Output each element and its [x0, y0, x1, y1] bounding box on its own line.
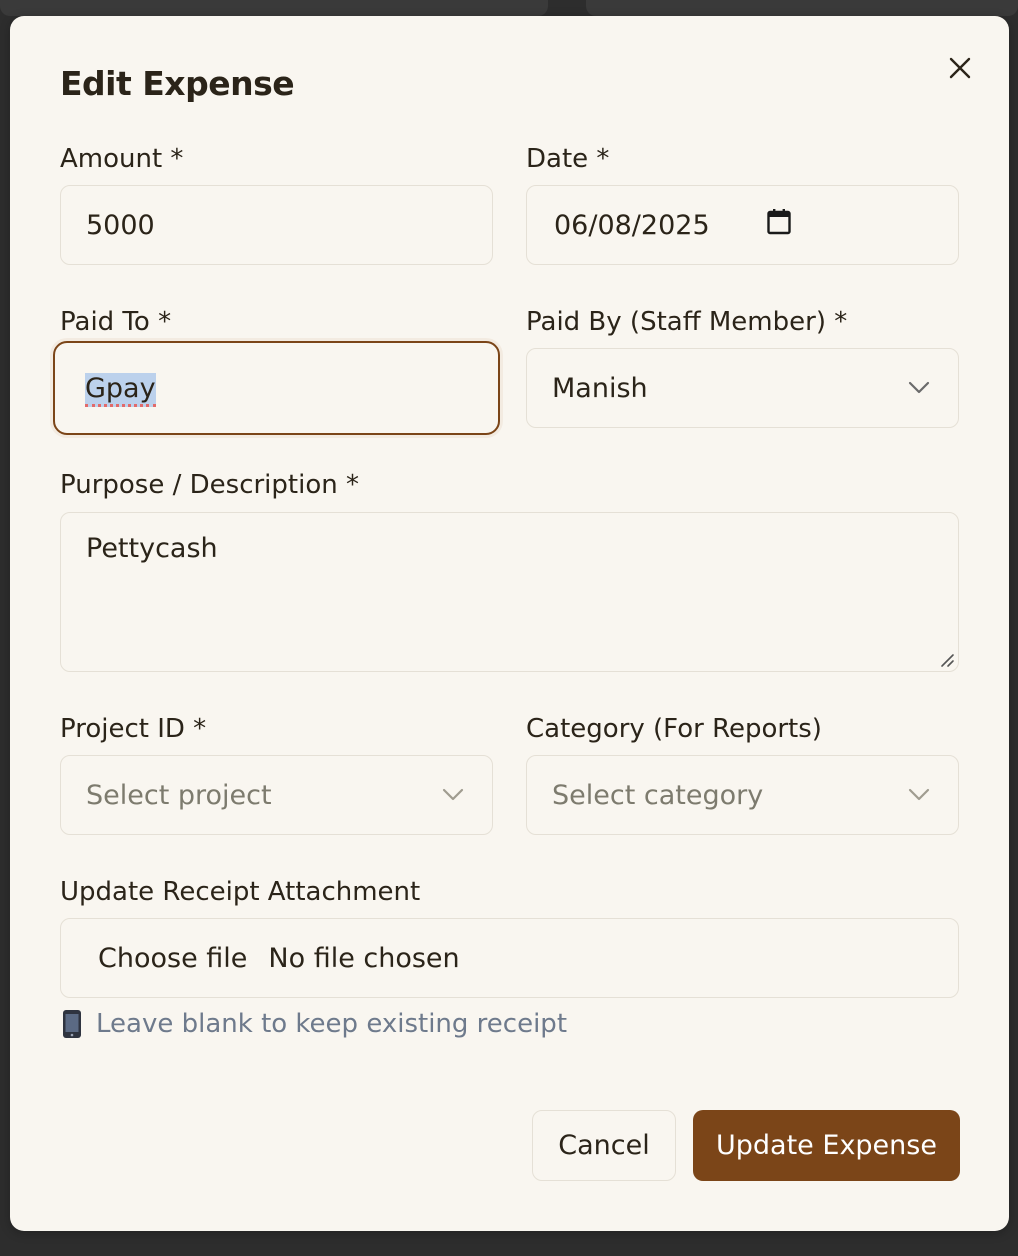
background-panel [0, 0, 548, 16]
edit-expense-dialog: Edit Expense Amount * 5000 Date * 06/08/… [10, 16, 1009, 1231]
receipt-hint-text: Leave blank to keep existing receipt [96, 1009, 568, 1039]
paid-to-value: Gpay [85, 372, 156, 407]
paid-by-value: Manish [552, 372, 648, 404]
close-button[interactable] [945, 53, 975, 83]
date-input[interactable]: 06/08/2025 [526, 185, 959, 265]
category-placeholder: Select category [552, 779, 764, 811]
paid-to-label: Paid To * [60, 307, 172, 337]
chevron-down-icon [908, 788, 930, 801]
category-label: Category (For Reports) [526, 714, 822, 744]
mobile-phone-icon [63, 1010, 81, 1038]
chevron-down-icon [908, 381, 930, 394]
background-panel [586, 0, 1018, 16]
amount-label: Amount * [60, 144, 184, 174]
file-status: No file chosen [268, 942, 460, 974]
paid-by-label: Paid By (Staff Member) * [526, 307, 848, 337]
purpose-textarea[interactable]: Pettycash [60, 512, 959, 672]
dialog-title: Edit Expense [60, 64, 295, 103]
receipt-hint: Leave blank to keep existing receipt [60, 1009, 567, 1039]
choose-file-button[interactable]: Choose file [61, 943, 247, 974]
amount-input[interactable]: 5000 [60, 185, 493, 265]
update-expense-button[interactable]: Update Expense [693, 1110, 960, 1181]
purpose-value: Pettycash [86, 533, 218, 564]
calendar-icon[interactable] [767, 209, 791, 242]
receipt-file-input[interactable]: Choose file No file chosen [60, 918, 959, 998]
resize-handle-icon[interactable] [939, 652, 955, 668]
project-label: Project ID * [60, 714, 207, 744]
paid-by-select[interactable]: Manish [526, 348, 959, 428]
close-icon [949, 57, 971, 79]
paid-to-input[interactable]: Gpay [53, 341, 500, 435]
date-label: Date * [526, 144, 610, 174]
project-placeholder: Select project [86, 779, 272, 811]
category-select[interactable]: Select category [526, 755, 959, 835]
chevron-down-icon [442, 788, 464, 801]
amount-value: 5000 [86, 209, 155, 241]
date-value: 06/08/2025 [554, 209, 710, 241]
project-select[interactable]: Select project [60, 755, 493, 835]
cancel-button[interactable]: Cancel [532, 1110, 676, 1181]
receipt-label: Update Receipt Attachment [60, 877, 421, 907]
purpose-label: Purpose / Description * [60, 470, 359, 500]
